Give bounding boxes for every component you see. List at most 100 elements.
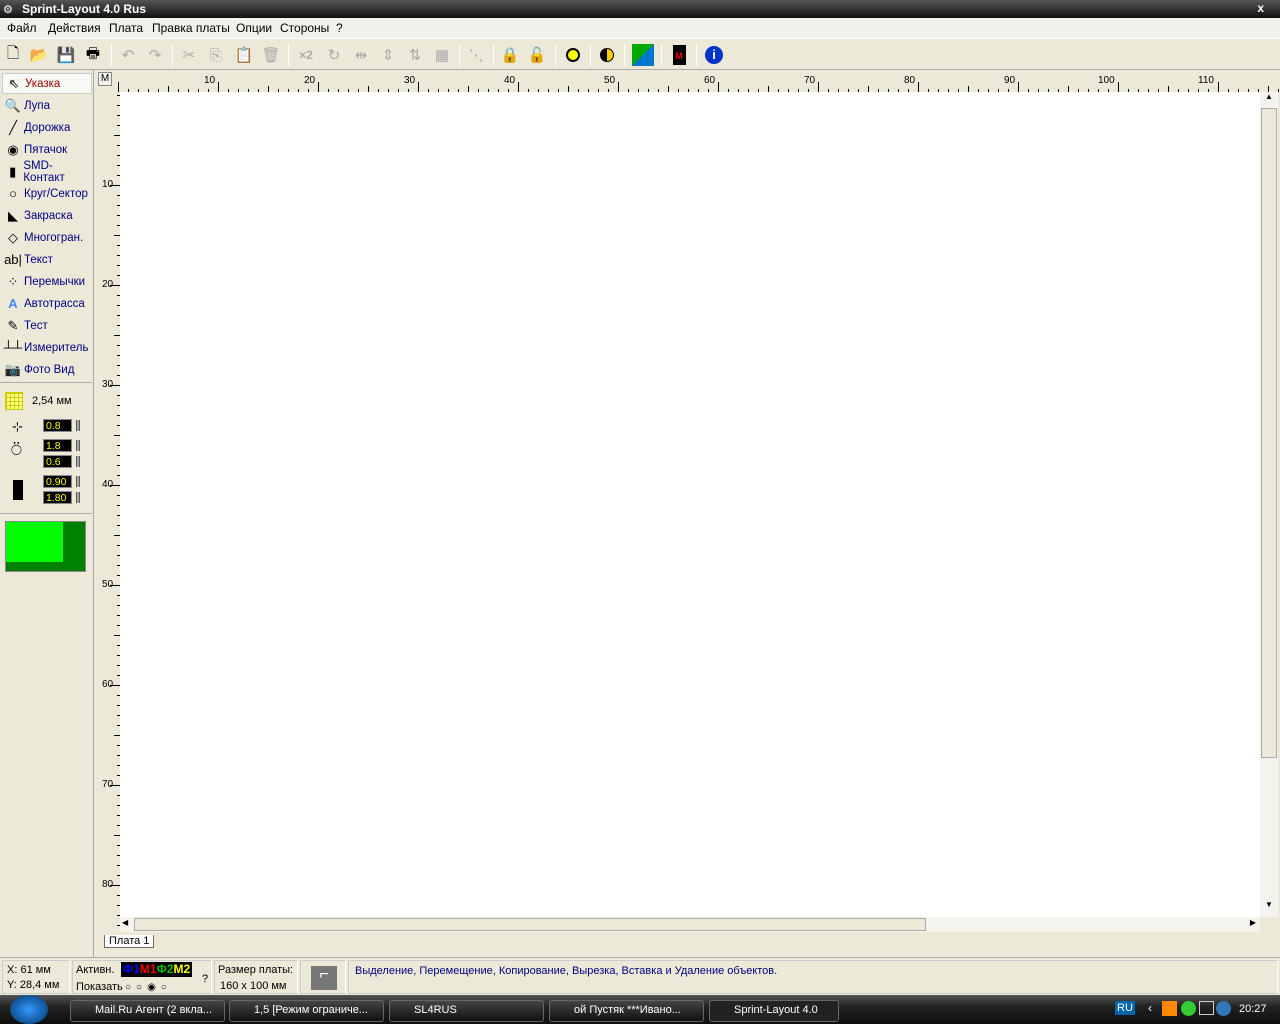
layer-visibility-radios[interactable]: ○○◉○ <box>125 982 172 993</box>
task-word[interactable]: 1,5 [Режим ограниче... <box>229 1000 384 1022</box>
player-tray-icon[interactable] <box>1162 1001 1177 1016</box>
tool-sidebar: ⇖ Указка 🔍 Лупа ╱ Дорожка ◉ Пятачок ▮ SMD-Контакт… <box>0 70 94 960</box>
tool-4[interactable]: ▮ SMD-Контакт <box>2 159 92 184</box>
vertical-scrollbar[interactable]: ▲ ▼ <box>1260 92 1278 917</box>
top-ruler-label: 80 <box>904 75 916 86</box>
lock-icon[interactable]: 🔒 <box>499 44 521 66</box>
tool-5[interactable]: ○ Круг/Сектор <box>2 183 92 204</box>
track-icon: ╱ <box>9 119 17 135</box>
task-folder[interactable]: SL4RUS <box>389 1000 544 1022</box>
layer-3[interactable]: М2 <box>174 962 191 976</box>
unit-button[interactable]: M <box>98 72 112 86</box>
grid-icon[interactable] <box>5 392 23 410</box>
tool-2[interactable]: ╱ Дорожка <box>2 117 92 138</box>
tool-11[interactable]: ✎ Тест <box>2 315 92 336</box>
zoom-icon[interactable] <box>562 44 584 66</box>
track-mode-icon[interactable]: ⌐ <box>311 966 337 990</box>
horizontal-scrollbar[interactable]: ◀ ▶ <box>120 917 1260 932</box>
contrast-icon[interactable] <box>596 44 618 66</box>
left-ruler: 10 20 30 40 50 60 70 80 <box>96 92 120 932</box>
task-player[interactable]: ой Пустяк ***Ивано... <box>549 1000 704 1022</box>
pad-outer-field[interactable]: 1.8 <box>43 439 72 452</box>
tool-0[interactable]: ⇖ Указка <box>2 73 92 94</box>
tool-8[interactable]: ab| Текст <box>2 249 92 270</box>
tool-13[interactable]: 📷 Фото Вид <box>2 359 92 380</box>
mirror-horizontal-icon[interactable]: ⇹ <box>350 44 372 66</box>
pad-outer-spinner[interactable] <box>76 440 80 451</box>
tool-6[interactable]: ◣ Закраска <box>2 205 92 226</box>
macro-icon[interactable]: M <box>668 44 690 66</box>
language-indicator[interactable]: RU <box>1115 1001 1135 1015</box>
menu-board[interactable]: Плата <box>109 21 143 35</box>
left-ruler-label: 80 <box>102 879 114 890</box>
grid-size[interactable]: 2,54 мм <box>32 395 72 407</box>
track-width-field[interactable]: 0.8 <box>43 419 72 432</box>
board-check-icon[interactable] <box>632 44 654 66</box>
layer-selector[interactable]: Ф1М1Ф2М2 <box>121 962 193 977</box>
scroll-down-icon[interactable]: ▼ <box>1261 900 1277 915</box>
scroll-right-icon[interactable]: ▶ <box>1250 918 1256 927</box>
network-tray-icon[interactable] <box>1199 1001 1214 1015</box>
layer-0[interactable]: Ф1 <box>123 962 140 976</box>
info-icon[interactable]: i <box>703 44 725 66</box>
save-icon[interactable]: 💾 <box>55 44 77 66</box>
agent-tray-icon[interactable] <box>1216 1001 1231 1016</box>
unlock-icon[interactable]: 🔓 <box>526 44 548 66</box>
new-file-icon[interactable]: 🗋 <box>2 44 24 66</box>
icq-tray-icon[interactable] <box>1181 1001 1196 1016</box>
tab-board-1[interactable]: Плата 1 <box>104 935 155 948</box>
horizontal-scroll-thumb[interactable] <box>134 918 926 931</box>
show-hidden-icons[interactable]: ‹ <box>1148 1001 1152 1015</box>
rotate-icon[interactable]: ↻ <box>323 44 345 66</box>
connections-icon[interactable]: ⋱ <box>465 44 487 66</box>
layer-2[interactable]: Ф2 <box>157 962 174 976</box>
tool-9[interactable]: ⁘ Перемычки <box>2 271 92 292</box>
layer-color-preview[interactable] <box>5 521 86 572</box>
menu-edit-board[interactable]: Правка платы <box>152 21 230 35</box>
tool-10[interactable]: A Автотрасса <box>2 293 92 314</box>
task-mailru[interactable]: Mail.Ru Агент (2 вкла... <box>70 1000 225 1022</box>
scroll-left-icon[interactable]: ◀ <box>122 918 128 927</box>
left-ruler-label: 60 <box>102 679 114 690</box>
scroll-up-icon[interactable]: ▲ <box>1261 92 1277 107</box>
menu-help[interactable]: ? <box>336 21 343 35</box>
open-folder-icon[interactable]: 📂 <box>28 44 50 66</box>
pad-inner-field[interactable]: 0.6 <box>43 455 72 468</box>
layer-1[interactable]: М1 <box>140 962 157 976</box>
smd-width-spinner[interactable] <box>76 476 80 487</box>
menu-actions[interactable]: Действия <box>48 21 101 35</box>
delete-icon[interactable]: 🗑 <box>260 44 282 66</box>
pad-inner-spinner[interactable] <box>76 456 80 467</box>
tool-7[interactable]: ◇ Многогран. <box>2 227 92 248</box>
undo-icon[interactable]: ↶ <box>117 44 139 66</box>
tool-1[interactable]: 🔍 Лупа <box>2 95 92 116</box>
smd-width-field[interactable]: 0.90 <box>43 475 72 488</box>
menu-sides[interactable]: Стороны <box>280 21 329 35</box>
help-mark[interactable]: ? <box>202 973 208 985</box>
cut-icon[interactable]: ✂ <box>178 44 200 66</box>
print-icon[interactable]: 🖶 <box>82 44 104 66</box>
tool-label: Пятачок <box>24 143 68 156</box>
tool-label: SMD-Контакт <box>23 159 65 184</box>
tool-label: Перемычки <box>24 275 86 288</box>
mirror-vertical-icon[interactable]: ⇕ <box>377 44 399 66</box>
tool-12[interactable]: ┴┴ Измеритель <box>2 337 92 358</box>
menu-options[interactable]: Опции <box>236 21 272 35</box>
x-coordinate: X: 61 мм <box>7 964 51 976</box>
pcb-canvas[interactable] <box>120 92 1260 917</box>
align-icon[interactable]: ⇅ <box>404 44 426 66</box>
track-width-spinner[interactable] <box>76 420 80 431</box>
menu-file[interactable]: Файл <box>7 21 37 35</box>
smd-height-field[interactable]: 1.80 <box>43 491 72 504</box>
tool-3[interactable]: ◉ Пятачок <box>2 139 92 160</box>
smd-height-spinner[interactable] <box>76 492 80 503</box>
redo-icon[interactable]: ↷ <box>144 44 166 66</box>
start-button[interactable] <box>10 995 48 1024</box>
vertical-scroll-thumb[interactable] <box>1261 108 1277 758</box>
group-icon[interactable]: ▦ <box>431 44 453 66</box>
copy-icon[interactable]: ⎘ <box>205 44 227 66</box>
paste-icon[interactable]: 📋 <box>233 44 255 66</box>
task-sprint-layout[interactable]: Sprint-Layout 4.0 <box>709 1000 839 1022</box>
duplicate-icon[interactable]: ×2 <box>295 44 317 66</box>
close-button[interactable]: x <box>1257 1 1264 15</box>
